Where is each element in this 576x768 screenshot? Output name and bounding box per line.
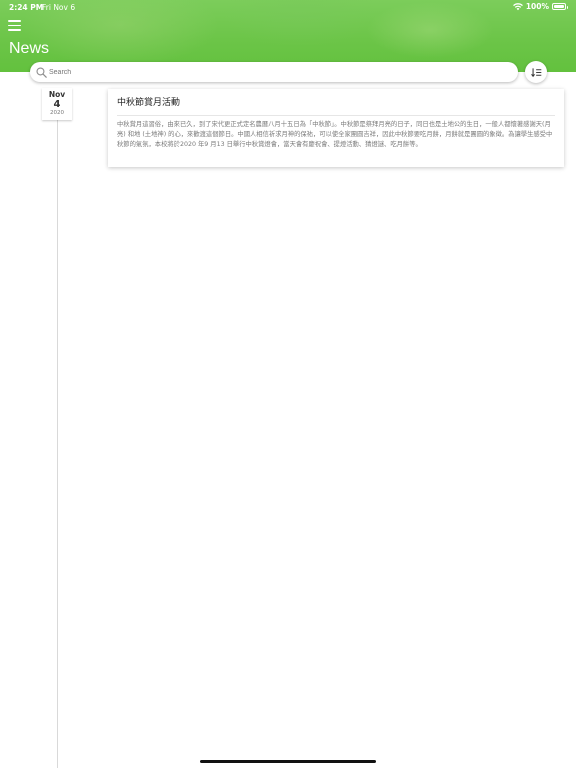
search-bar[interactable] [30,62,518,82]
search-icon [36,66,47,78]
menu-icon-bar [8,24,21,27]
status-indicators: 100% [512,2,568,11]
battery-icon [552,3,568,10]
menu-icon-bar [8,20,21,22]
status-bar: 2:24 PM Fri Nov 6 100% [0,0,576,14]
menu-icon-bar [8,29,21,31]
date-month: Nov [48,90,66,99]
status-date: Fri Nov 6 [42,3,76,12]
date-day: 4 [53,99,61,110]
date-badge: Nov 4 2020 [42,88,72,120]
hamburger-menu-button[interactable] [8,20,21,31]
sort-button[interactable] [525,61,547,83]
page-title: News [9,40,50,57]
timeline-line [57,96,58,768]
card-divider [117,115,555,116]
battery-percent: 100% [525,2,549,11]
search-input[interactable] [49,68,489,76]
home-indicator[interactable] [200,760,376,763]
sort-order-icon [530,67,541,77]
status-time: 2:24 PM [9,3,44,12]
news-screen: 2:24 PM Fri Nov 6 100% News Search Nov 4… [0,0,576,768]
news-card[interactable]: 中秋節賞月活動 中秋賞月這習俗，由來已久，到了宋代更正式定名農曆八月十五日為「中… [108,89,564,167]
news-title: 中秋節賞月活動 [117,98,181,108]
wifi-icon [512,2,523,10]
date-year: 2020 [50,110,64,116]
news-summary: 中秋賞月這習俗，由來已久，到了宋代更正式定名農曆八月十五日為「中秋節」。中秋節是… [117,121,553,148]
